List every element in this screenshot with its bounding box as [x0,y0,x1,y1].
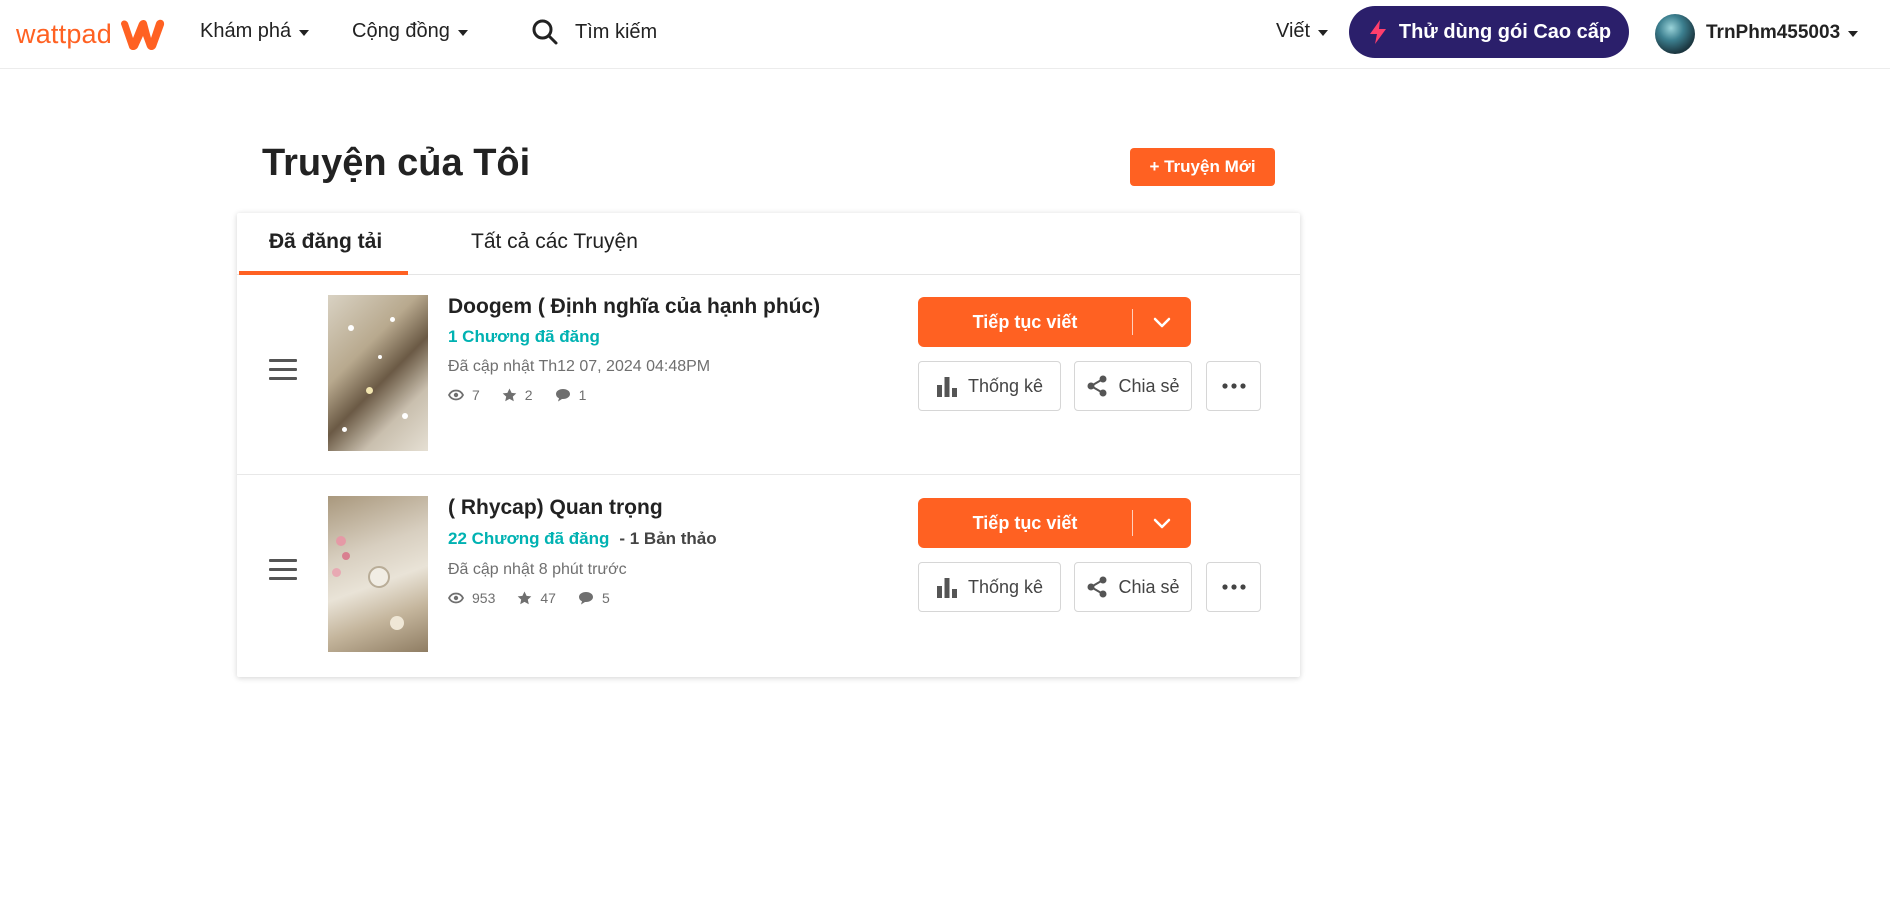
stats-label: Thống kê [967,576,1044,597]
views-count: 953 [472,590,496,606]
views-stat: 7 [448,387,480,403]
stories-card: Đã đăng tải Tất cả các Truyện Doogem ( Đ… [237,213,1300,677]
story-title[interactable]: Doogem ( Định nghĩa của hạnh phúc) [448,295,820,319]
chevron-down-icon [1848,31,1859,37]
drag-handle-icon[interactable] [269,559,297,581]
votes-stat: 2 [502,387,533,403]
bar-chart-icon [936,578,957,598]
continue-writing-button[interactable]: Tiếp tục viết [918,297,1191,347]
page-title: Truyện của Tôi [262,142,531,184]
story-tabs: Đã đăng tải Tất cả các Truyện [237,213,1300,275]
search-placeholder: Tìm kiếm [575,20,658,43]
share-icon [1087,576,1107,598]
star-icon [518,591,532,605]
comment-icon [555,389,570,402]
drafts-count: - 1 Bản thảo [619,529,717,548]
votes-stat: 47 [517,590,556,606]
new-story-button[interactable]: + Truyện Mới [1130,148,1275,186]
community-label: Cộng đồng [352,20,450,42]
chevron-down-icon [1153,317,1171,327]
share-label: Chia sẻ [1118,576,1180,597]
story-cover[interactable] [328,496,428,652]
stats-label: Thống kê [967,375,1044,396]
stats-button[interactable]: Thống kê [918,361,1061,411]
votes-count: 47 [540,590,556,606]
comments-count: 1 [578,387,587,403]
views-count: 7 [472,387,480,403]
comment-icon [578,592,593,605]
continue-writing-button[interactable]: Tiếp tục viết [918,498,1191,548]
share-icon [1087,375,1107,397]
story-title[interactable]: ( Rhycap) Quan trọng [448,496,663,520]
comments-stat: 5 [578,590,610,606]
share-button[interactable]: Chia sẻ [1074,562,1192,612]
explore-menu[interactable]: Khám phá [200,20,310,43]
comments-stat: 1 [555,387,587,403]
star-icon [502,388,517,402]
community-menu[interactable]: Cộng đồng [352,20,468,43]
last-updated: Đã cập nhật Th12 07, 2024 04:48PM [448,358,711,375]
logo-text: wattpad [16,18,112,49]
lightning-bolt-icon [1369,20,1386,44]
more-options-button[interactable] [1206,562,1261,612]
stats-button[interactable]: Thống kê [918,562,1061,612]
tab-published[interactable]: Đã đăng tải [269,230,382,254]
share-label: Chia sẻ [1118,375,1180,396]
story-cover[interactable] [328,295,428,451]
avatar[interactable] [1655,14,1695,54]
comments-count: 5 [601,590,610,606]
write-label: Viết [1276,20,1311,42]
ellipsis-icon [1221,383,1246,389]
continue-writing-label: Tiếp tục viết [972,311,1078,332]
published-chapters: 22 Chương đã đăng - 1 Bản thảo [448,529,717,549]
search-box[interactable]: Tìm kiếm [531,18,657,46]
drag-handle-icon[interactable] [269,359,297,381]
top-navigation-bar: wattpad Khám phá Cộng đồng Tìm kiếm Viết… [0,0,1890,69]
chapters-count: 1 Chương đã đăng [448,327,600,346]
views-stat: 953 [448,590,495,606]
published-chapters: 1 Chương đã đăng [448,327,600,347]
tab-all-stories[interactable]: Tất cả các Truyện [471,230,638,254]
chevron-down-icon [299,29,310,36]
wattpad-logo[interactable]: wattpad [16,16,168,52]
story-row: ( Rhycap) Quan trọng 22 Chương đã đăng - … [237,476,1300,676]
eye-icon [448,592,464,604]
story-row: Doogem ( Định nghĩa của hạnh phúc) 1 Chư… [237,275,1300,475]
chevron-down-icon [1153,518,1171,528]
chapters-count: 22 Chương đã đăng [448,529,610,548]
premium-label: Thử dùng gói Cao cấp [1398,20,1612,43]
continue-options-dropdown[interactable] [1133,297,1191,347]
eye-icon [448,389,464,401]
wattpad-w-icon [120,19,165,50]
search-icon [532,19,558,45]
votes-count: 2 [524,387,533,403]
try-premium-button[interactable]: Thử dùng gói Cao cấp [1349,6,1629,58]
story-stats: 953 47 5 [448,590,632,606]
more-options-button[interactable] [1206,361,1261,411]
user-menu[interactable]: TrnPhm455003 [1706,22,1859,44]
continue-options-dropdown[interactable] [1133,498,1191,548]
explore-label: Khám phá [200,20,292,42]
write-menu[interactable]: Viết [1276,20,1329,43]
bar-chart-icon [936,377,957,397]
share-button[interactable]: Chia sẻ [1074,361,1192,411]
last-updated: Đã cập nhật 8 phút trước [448,561,627,578]
username-label: TrnPhm455003 [1706,22,1841,43]
chevron-down-icon [457,29,468,36]
continue-writing-label: Tiếp tục viết [972,512,1078,533]
chevron-down-icon [1318,29,1329,36]
ellipsis-icon [1221,584,1246,590]
story-stats: 7 2 1 [448,387,608,403]
